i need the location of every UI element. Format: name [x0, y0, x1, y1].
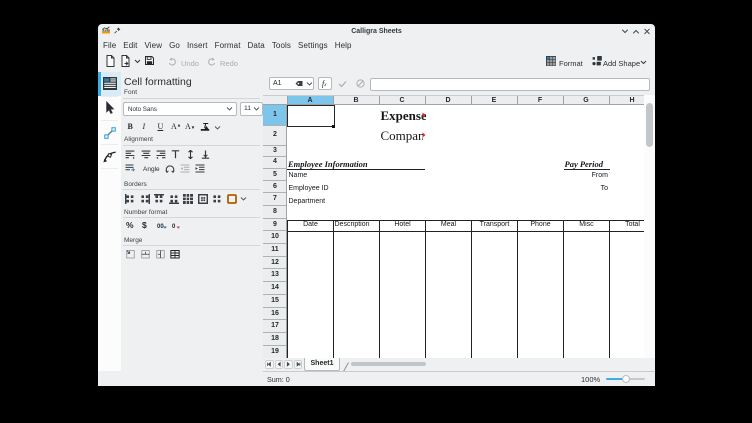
svg-text:0: 0	[172, 224, 176, 230]
svg-text:00: 00	[157, 224, 164, 230]
